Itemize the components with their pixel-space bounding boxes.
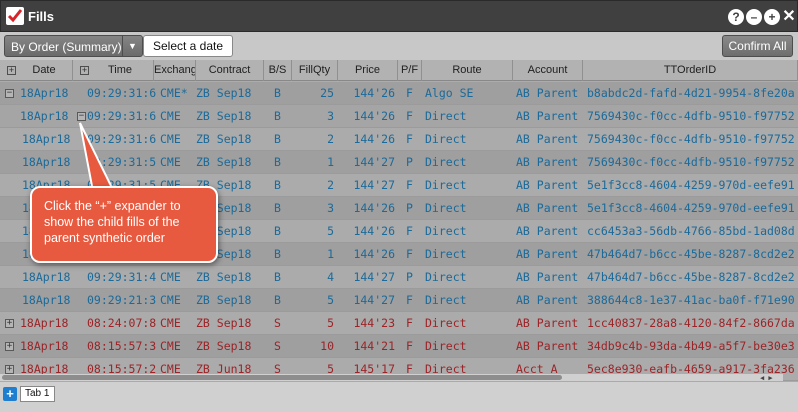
tab-1[interactable]: Tab 1	[20, 386, 55, 402]
tutorial-callout: Click the “+” expander to show the child…	[30, 186, 218, 263]
tab-bar: + Tab 1	[0, 381, 798, 412]
add-tab-button[interactable]: +	[3, 387, 17, 401]
callout-text: Click the “+” expander to show the child…	[44, 199, 181, 245]
